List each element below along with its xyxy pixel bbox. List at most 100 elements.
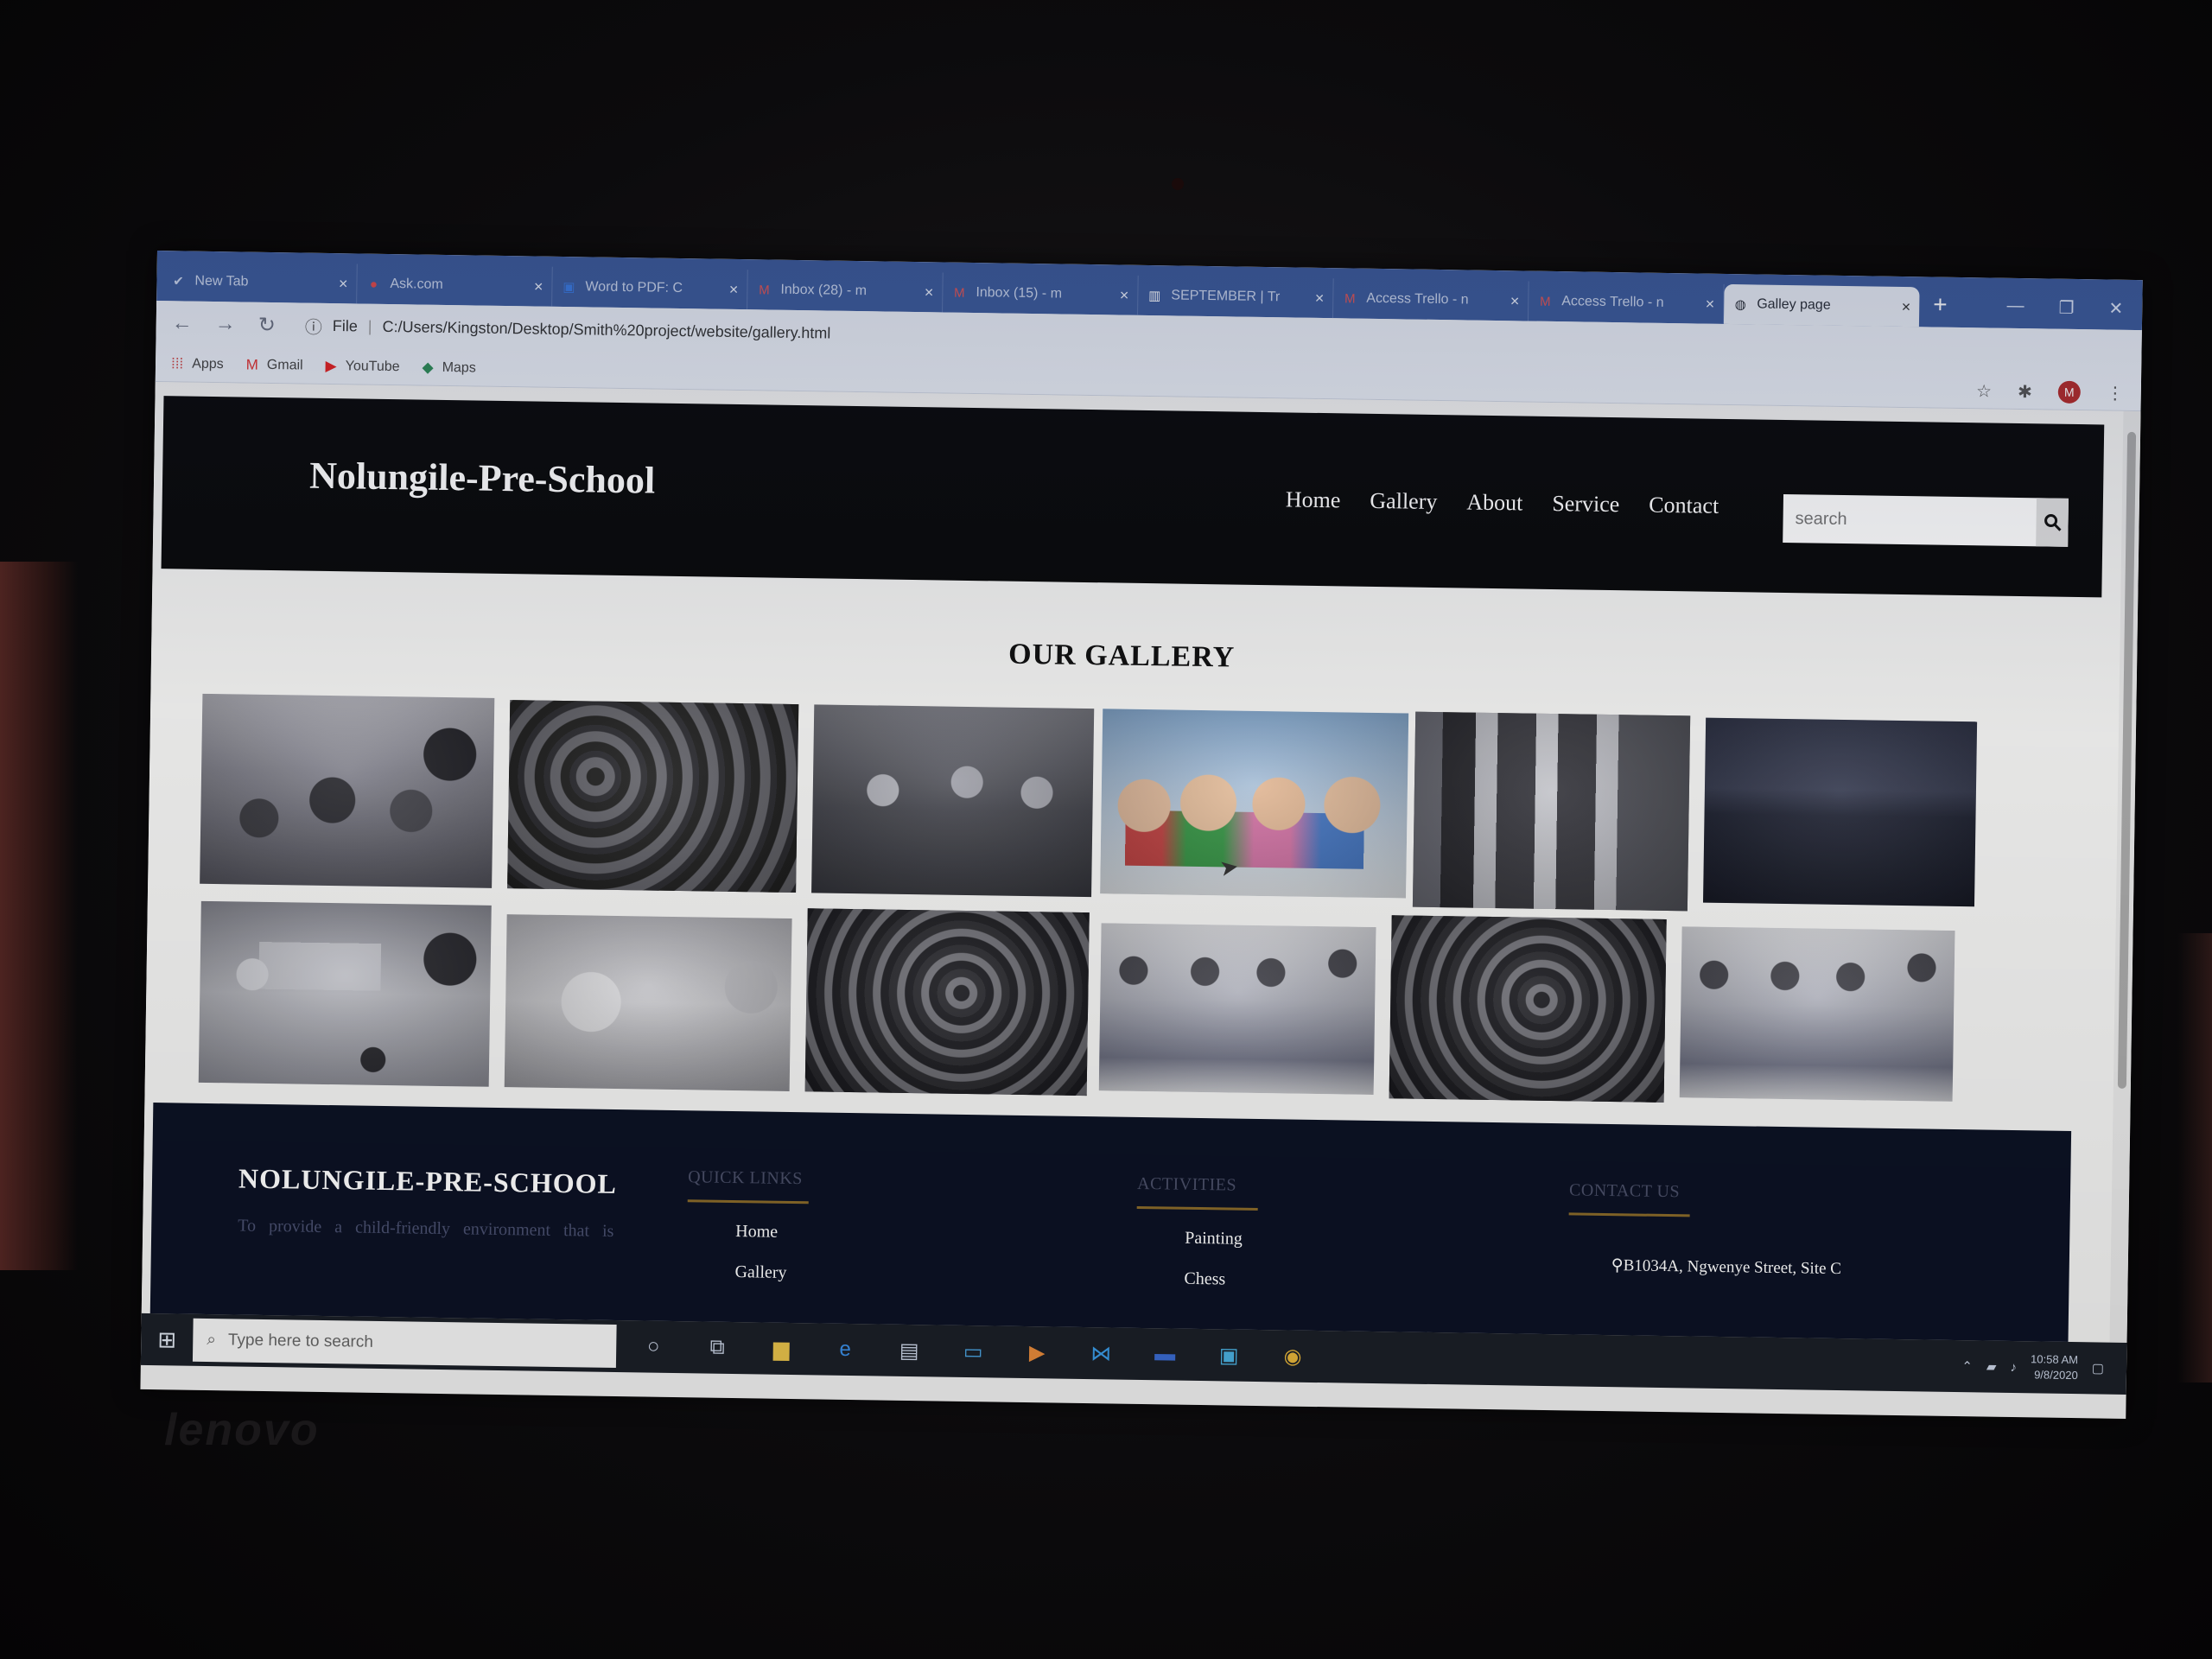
gallery-image-kids-crowd-2[interactable]	[804, 908, 1090, 1096]
site-footer: NOLUNGILE-PRE-SCHOOL To provide a child-…	[149, 1103, 2072, 1343]
gmail-icon: M	[245, 356, 259, 373]
footer-heading-underline	[687, 1199, 809, 1205]
close-tab-icon[interactable]: ×	[729, 280, 739, 298]
restore-icon[interactable]: ❐	[2058, 297, 2074, 319]
search-input[interactable]	[1783, 493, 2037, 547]
footer-link-gallery[interactable]: Gallery	[734, 1262, 807, 1283]
close-tab-icon[interactable]: ×	[1706, 295, 1715, 313]
store-icon[interactable]: ▤	[896, 1338, 922, 1363]
media-player-icon[interactable]: ▶	[1024, 1339, 1050, 1365]
gallery-image-kids-playing-blocks[interactable]	[1098, 923, 1376, 1095]
toolbar-right-icons: ☆ ✱ M ⋮	[1976, 379, 2124, 404]
minimize-icon[interactable]: —	[2006, 296, 2024, 318]
gallery-image-kids-crowd-3[interactable]	[1389, 915, 1667, 1103]
cortana-icon[interactable]: ○	[640, 1333, 666, 1359]
close-tab-icon[interactable]: ×	[534, 277, 543, 296]
bookmark-apps[interactable]: ⁞⁞⁞ Apps	[171, 355, 224, 373]
close-tab-icon[interactable]: ×	[1510, 292, 1520, 310]
nav-contact[interactable]: Contact	[1649, 493, 1719, 519]
search-button[interactable]	[2036, 498, 2069, 547]
address-url[interactable]: C:/Users/Kingston/Desktop/Smith%20projec…	[382, 317, 830, 342]
bookmark-star-icon[interactable]: ☆	[1976, 380, 1992, 402]
windows-start-icon[interactable]: ⊞	[141, 1325, 193, 1353]
forward-arrow-icon[interactable]: →	[215, 312, 236, 336]
taskbar-clock[interactable]: 10:58 AM 9/8/2020	[2031, 1351, 2078, 1383]
gallery-image-kids-sitting-floor[interactable]	[811, 704, 1095, 898]
gallery-image-kids-crowd[interactable]	[507, 700, 799, 893]
mouse-cursor-icon: ➤	[1217, 852, 1241, 882]
bookmark-gmail[interactable]: M Gmail	[246, 356, 303, 374]
gmail-icon: M	[1344, 290, 1356, 307]
gallery-image-graduation-group[interactable]	[1412, 711, 1691, 912]
more-menu-icon[interactable]: ⋮	[2107, 382, 2124, 404]
location-pin-icon: ⚲	[1611, 1256, 1624, 1275]
trello-icon: ▥	[1148, 289, 1161, 304]
close-tab-icon[interactable]: ×	[1902, 297, 1911, 315]
laptop-brand-logo: lenovo	[164, 1405, 320, 1455]
profile-avatar[interactable]: M	[2057, 380, 2082, 404]
reload-icon[interactable]: ↻	[258, 312, 276, 337]
nav-gallery[interactable]: Gallery	[1370, 488, 1437, 515]
volume-icon[interactable]: ♪	[2010, 1359, 2017, 1374]
info-icon[interactable]: ⓘ	[305, 313, 322, 338]
close-tab-icon[interactable]: ×	[1315, 289, 1325, 307]
nav-about[interactable]: About	[1466, 490, 1522, 517]
chrome-icon[interactable]: ◉	[1280, 1343, 1306, 1369]
chevron-up-icon[interactable]: ⌃	[1961, 1358, 1973, 1374]
footer-heading: QUICK LINKS	[687, 1167, 804, 1189]
browser-tab[interactable]: M Access Trello - n ×	[1528, 281, 1725, 324]
footer-link-home[interactable]: Home	[735, 1222, 808, 1243]
browser-tab[interactable]: M Inbox (28) - m ×	[747, 270, 944, 313]
taskbar-search-placeholder: Type here to search	[227, 1331, 374, 1351]
site-logo[interactable]: Nolungile-Pre-School	[309, 454, 656, 503]
gmail-icon: M	[759, 282, 770, 298]
nav-home[interactable]: Home	[1286, 486, 1341, 513]
close-window-icon[interactable]: ✕	[2108, 298, 2123, 320]
gallery-image-ocean-shore[interactable]	[1703, 717, 1978, 907]
close-tab-icon[interactable]: ×	[339, 275, 348, 293]
gallery-image-four-kids-smiling[interactable]	[1100, 709, 1409, 899]
footer-heading: ACTIVITIES	[1136, 1173, 1237, 1195]
browser-tab[interactable]: ● Ask.com ×	[357, 264, 553, 307]
close-tab-icon[interactable]: ×	[1120, 286, 1129, 304]
footer-activities: ACTIVITIES Painting Chess	[1135, 1174, 1258, 1290]
new-tab-button[interactable]: +	[1933, 290, 1948, 318]
taskbar-search[interactable]: ⌕ Type here to search	[192, 1318, 617, 1369]
bookmark-youtube[interactable]: ▶ YouTube	[325, 357, 400, 375]
browser-tab[interactable]: M Access Trello - n ×	[1332, 278, 1529, 321]
bookmark-maps[interactable]: ◆ Maps	[422, 359, 475, 377]
close-tab-icon[interactable]: ×	[925, 283, 934, 302]
nav-service[interactable]: Service	[1552, 491, 1619, 518]
footer-activity-chess[interactable]: Chess	[1184, 1269, 1256, 1290]
vscode-icon[interactable]: ⋈	[1088, 1340, 1114, 1366]
photos-app-icon[interactable]: ▣	[1216, 1342, 1242, 1368]
apps-grid-icon: ⁞⁞⁞	[170, 354, 184, 372]
address-bar[interactable]: ⓘ File | C:/Users/Kingston/Desktop/Smith…	[305, 313, 831, 346]
footer-description: To provide a child-friendly environment …	[238, 1216, 614, 1241]
browser-tab-active[interactable]: ◍ Galley page ×	[1723, 283, 1920, 327]
gallery-image-desk-laptop-flatlay[interactable]	[198, 900, 492, 1087]
browser-tab[interactable]: ▣ Word to PDF: C ×	[552, 266, 748, 310]
maps-icon: ◆	[422, 359, 434, 376]
notifications-icon[interactable]: ▢	[2092, 1360, 2104, 1376]
edge-browser-icon[interactable]: e	[832, 1337, 858, 1363]
extensions-icon[interactable]: ✱	[2018, 380, 2032, 402]
file-explorer-icon[interactable]: ▆	[768, 1336, 794, 1362]
word-app-icon[interactable]: ▬	[1152, 1341, 1178, 1367]
ask-icon: ●	[369, 276, 378, 292]
back-arrow-icon[interactable]: ←	[172, 311, 193, 335]
laptop-screen: ✔ New Tab × ● Ask.com × ▣ Word to PDF: C × M In…	[140, 251, 2143, 1419]
gallery-image-kids-playing-blocks-2[interactable]	[1679, 926, 1955, 1102]
footer-address: B1034A, Ngwenye Street, Site C	[1623, 1256, 1842, 1279]
browser-tab[interactable]: ▥ SEPTEMBER | Tr ×	[1138, 275, 1334, 319]
gallery-image-kids-faces-closeup[interactable]	[504, 914, 792, 1091]
task-view-icon[interactable]: ⧉	[704, 1335, 730, 1361]
browser-tab[interactable]: M Inbox (15) - m ×	[943, 272, 1139, 315]
mail-app-icon[interactable]: ▭	[960, 1338, 986, 1364]
background-right-glow	[2177, 933, 2212, 1382]
gallery-image-classroom-children[interactable]	[200, 693, 495, 888]
network-icon[interactable]: ▰	[1986, 1359, 1997, 1375]
browser-tab[interactable]: ✔ New Tab ×	[162, 261, 358, 304]
footer-activity-painting[interactable]: Painting	[1185, 1229, 1257, 1249]
page-viewport: Nolungile-Pre-School Home Gallery About …	[141, 381, 2124, 1343]
